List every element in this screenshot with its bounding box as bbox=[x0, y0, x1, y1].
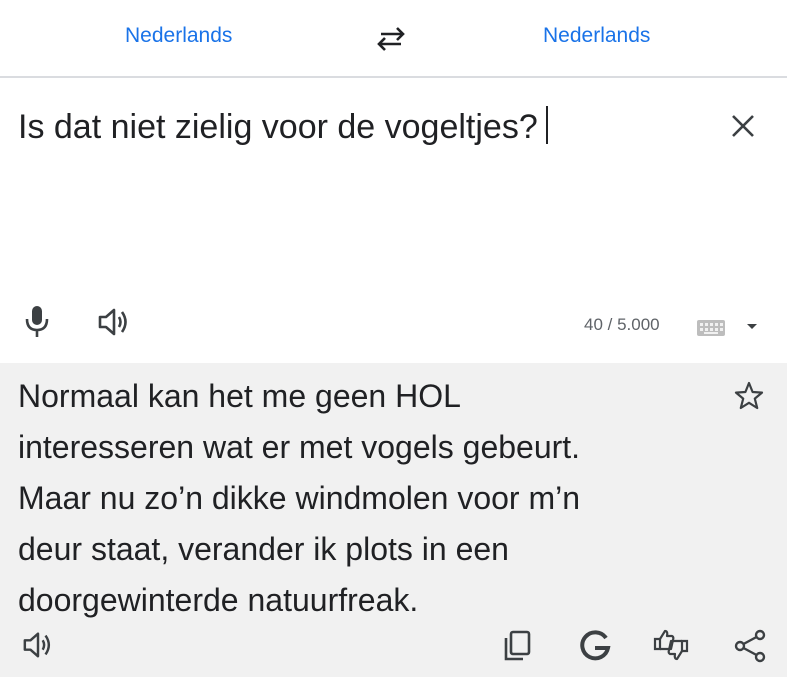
translation-text: Normaal kan het me geen HOL interesseren… bbox=[18, 371, 708, 626]
character-count: 40 / 5.000 bbox=[584, 315, 660, 334]
source-text: Is dat niet zielig voor de vogeltjes? bbox=[18, 108, 538, 146]
google-g-icon[interactable] bbox=[578, 629, 612, 663]
source-text-input[interactable]: Is dat niet zielig voor de vogeltjes? bbox=[18, 106, 548, 147]
star-icon[interactable] bbox=[733, 380, 765, 412]
source-language-button[interactable]: Nederlands bbox=[125, 24, 232, 48]
volume-icon[interactable] bbox=[22, 629, 54, 661]
language-bar: Nederlands Nederlands bbox=[0, 0, 787, 78]
keyboard-icon[interactable] bbox=[697, 320, 725, 336]
translation-line: doorgewinterde natuurfreak. bbox=[18, 582, 419, 618]
translation-line: interesseren wat er met vogels gebeurt. bbox=[18, 429, 581, 465]
translation-output-panel: Normaal kan het me geen HOL interesseren… bbox=[0, 363, 787, 677]
copy-icon[interactable] bbox=[501, 629, 533, 663]
close-icon[interactable] bbox=[727, 110, 759, 142]
text-cursor bbox=[545, 106, 548, 144]
mic-icon[interactable] bbox=[22, 304, 52, 340]
volume-icon[interactable] bbox=[97, 306, 131, 338]
translation-line: Normaal kan het me geen HOL bbox=[18, 378, 461, 414]
dropdown-arrow-icon[interactable] bbox=[745, 322, 759, 332]
feedback-icon[interactable] bbox=[652, 627, 690, 663]
translation-line: deur staat, verander ik plots in een bbox=[18, 531, 509, 567]
target-language-button[interactable]: Nederlands bbox=[543, 24, 650, 48]
share-icon[interactable] bbox=[733, 629, 767, 663]
swap-languages-icon[interactable] bbox=[373, 22, 409, 54]
translation-line: Maar nu zo’n dikke windmolen voor m’n bbox=[18, 480, 581, 516]
source-input-panel[interactable]: Is dat niet zielig voor de vogeltjes? 40… bbox=[0, 78, 787, 363]
